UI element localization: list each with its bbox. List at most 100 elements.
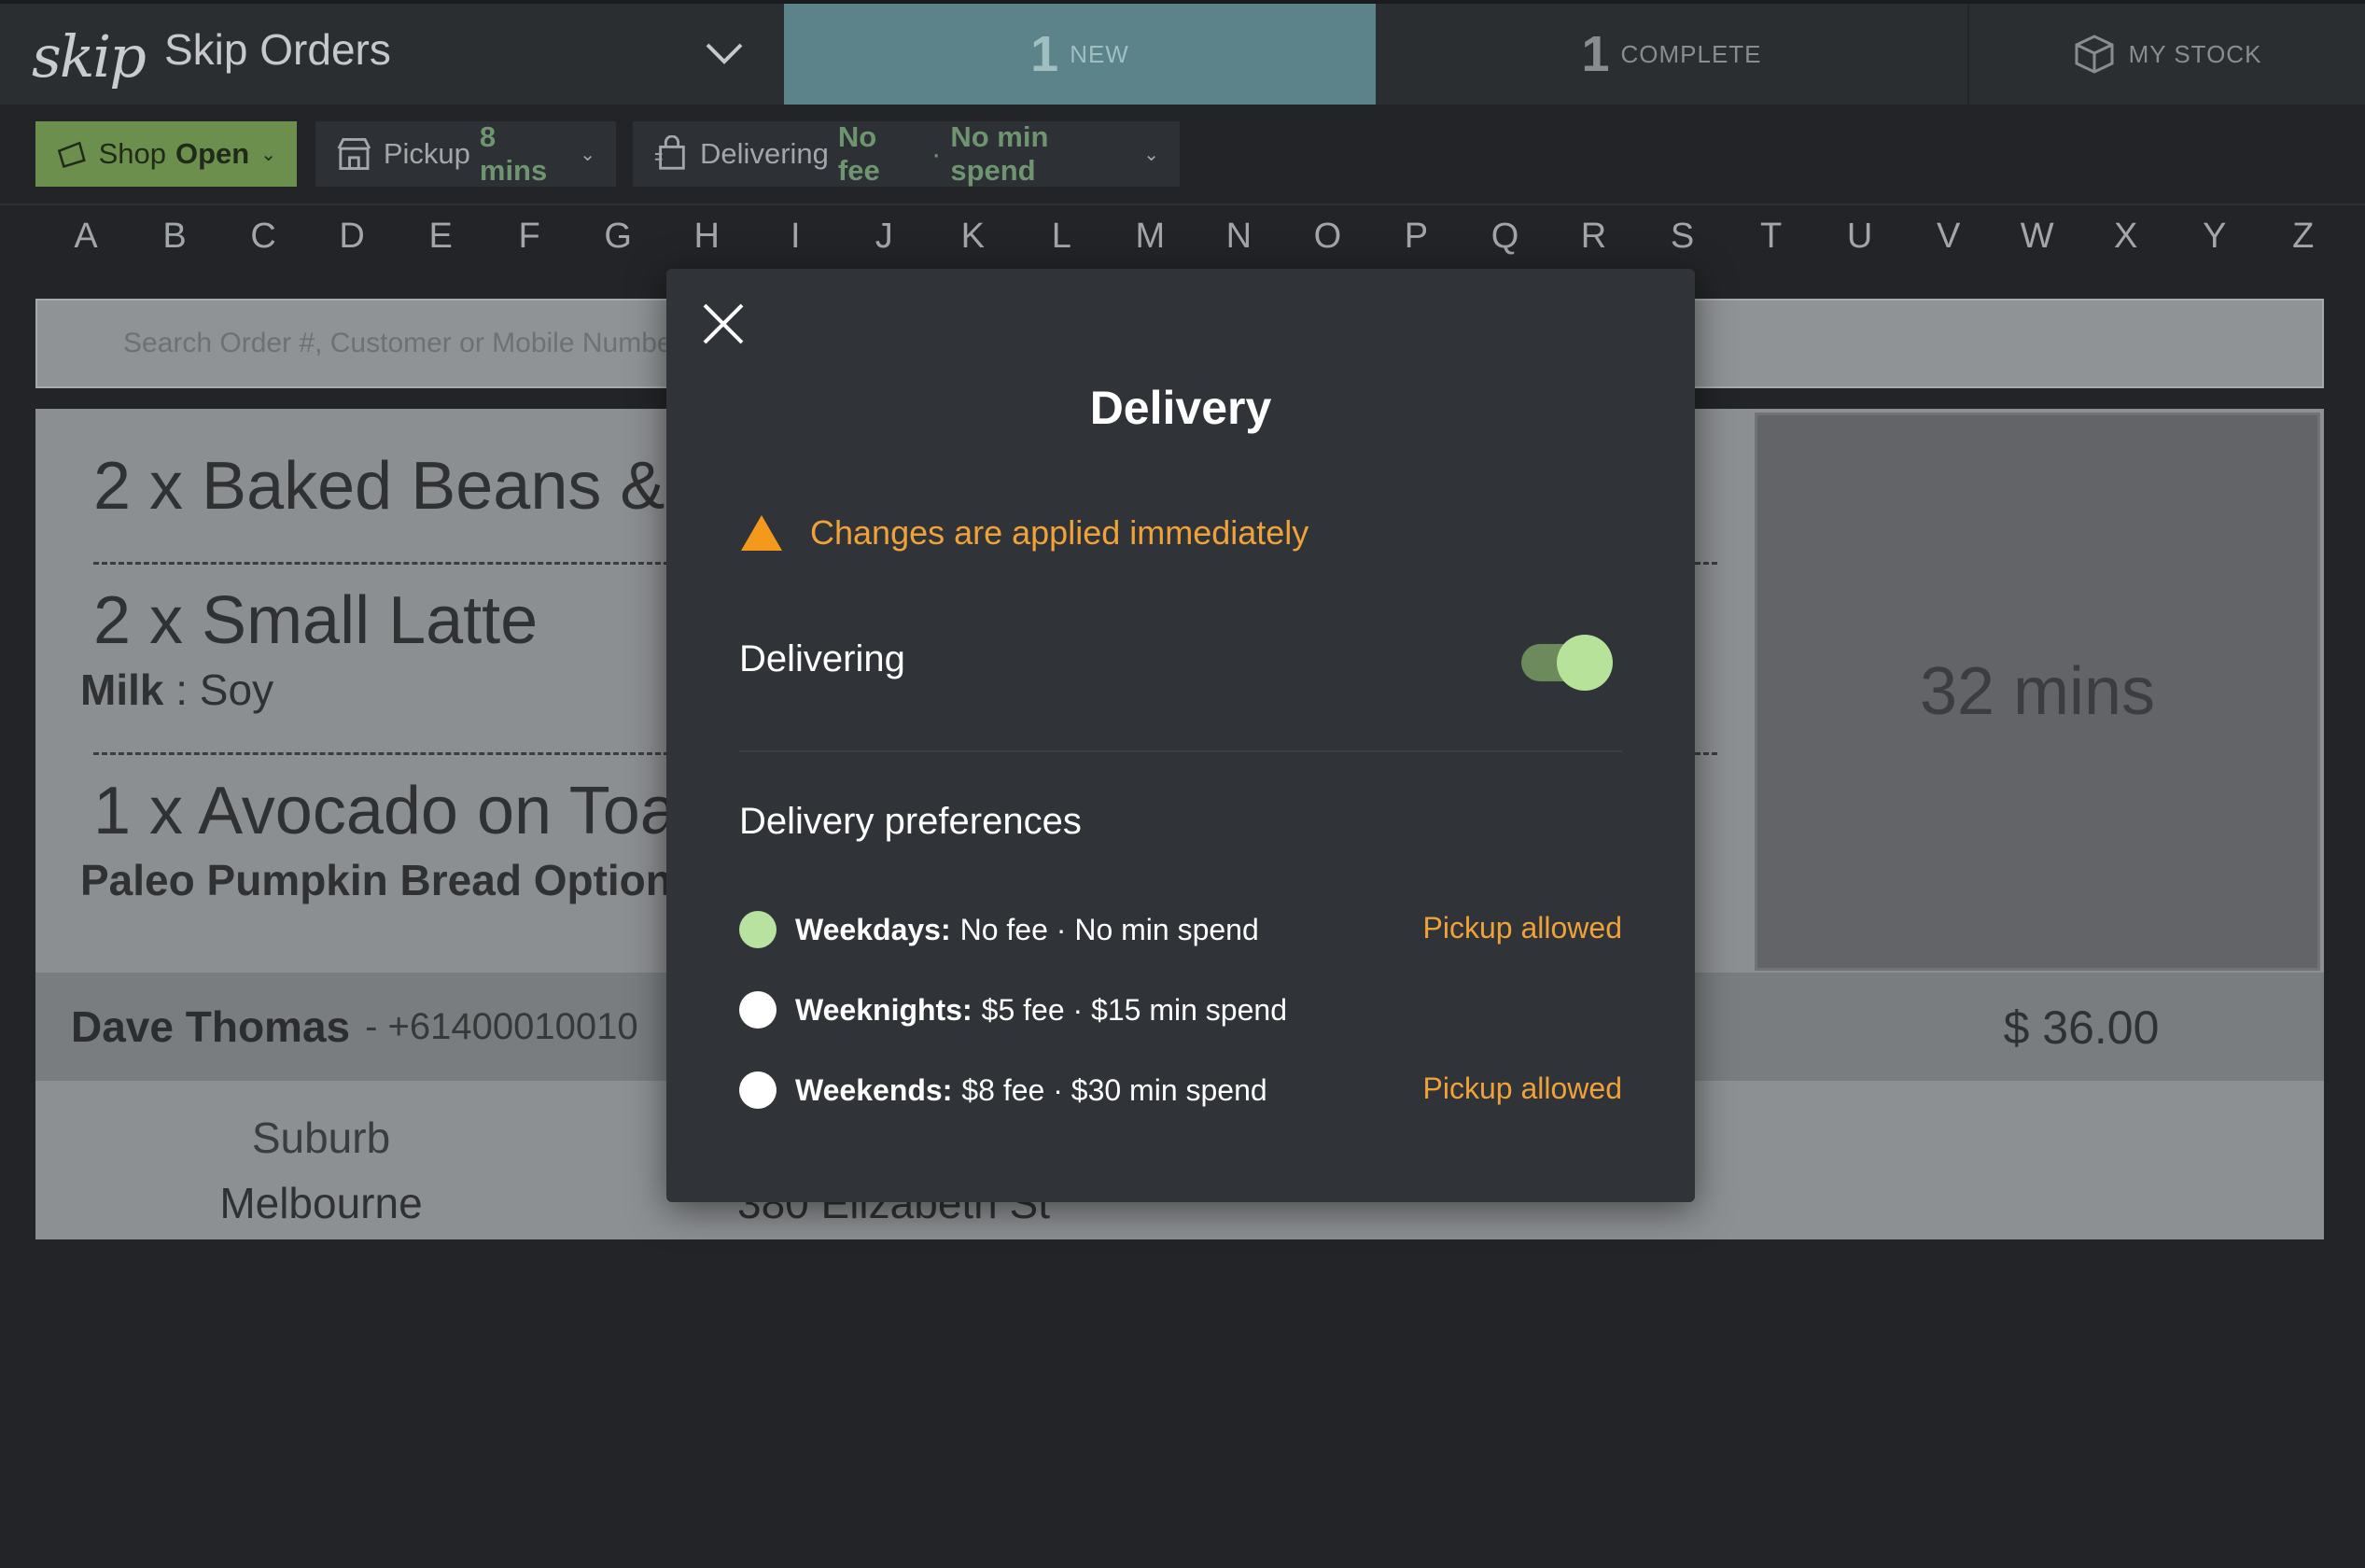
delivering-toggle-label: Delivering bbox=[739, 638, 905, 679]
tab-new[interactable]: 1 NEW bbox=[784, 4, 1376, 105]
suburb-label: Suburb bbox=[251, 1113, 391, 1162]
letter-z[interactable]: Z bbox=[2275, 217, 2331, 276]
letter-t[interactable]: T bbox=[1743, 217, 1799, 276]
status-bar: Shop Open ⌄ Pickup 8 mins ⌄ Delivering N… bbox=[0, 105, 2365, 205]
tab-my-stock[interactable]: MY STOCK bbox=[1969, 4, 2365, 105]
shop-icon bbox=[57, 141, 86, 169]
chevron-down-icon[interactable] bbox=[702, 35, 747, 73]
store-icon bbox=[337, 138, 371, 170]
order-item: 2 x Small Latte Milk : Soy bbox=[80, 582, 539, 715]
tab-new-label: NEW bbox=[1070, 39, 1129, 68]
item-title: 1 x Avocado on Toast bbox=[93, 774, 730, 848]
order-item: 1 x Avocado on Toast Paleo Pumpkin Bread… bbox=[80, 773, 730, 905]
delivering-fee: No fee bbox=[837, 120, 880, 187]
preference-weekends[interactable]: Weekends: $8 fee · $30 min spend Pickup a… bbox=[739, 1068, 1622, 1113]
letter-f[interactable]: F bbox=[501, 217, 557, 276]
warning-banner: Changes are applied immediately bbox=[739, 513, 1308, 553]
item-option: Milk : Soy bbox=[80, 665, 538, 715]
letter-j[interactable]: J bbox=[856, 217, 912, 276]
letter-w[interactable]: W bbox=[2009, 217, 2065, 276]
preference-name: Weekends: bbox=[795, 1072, 953, 1107]
delivering-status-button[interactable]: Delivering No fee · No min spend ⌄ bbox=[633, 120, 1180, 187]
preference-text: Weeknights: $5 fee · $15 min spend bbox=[795, 993, 1287, 1028]
delivering-separator: · bbox=[931, 137, 942, 170]
letter-r[interactable]: R bbox=[1566, 217, 1622, 276]
letter-n[interactable]: N bbox=[1210, 217, 1266, 276]
box-icon bbox=[2075, 35, 2114, 74]
letter-x[interactable]: X bbox=[2098, 217, 2154, 276]
letter-d[interactable]: D bbox=[324, 217, 380, 276]
item-option-value: : Soy bbox=[163, 665, 274, 714]
preference-desc: $5 fee · $15 min spend bbox=[981, 992, 1287, 1027]
preference-name: Weekdays: bbox=[795, 912, 951, 946]
item-option-key: Milk bbox=[80, 665, 164, 714]
suburb-value: Melbourne bbox=[219, 1179, 423, 1227]
tab-complete-label: COMPLETE bbox=[1620, 39, 1762, 68]
letter-y[interactable]: Y bbox=[2187, 217, 2243, 276]
preference-desc: $8 fee · $30 min spend bbox=[961, 1072, 1267, 1107]
divider bbox=[739, 750, 1622, 752]
close-icon[interactable] bbox=[700, 301, 747, 347]
preferences-title: Delivery preferences bbox=[739, 801, 1082, 842]
letter-b[interactable]: B bbox=[147, 217, 203, 276]
toggle-knob bbox=[1557, 635, 1613, 691]
tab-my-stock-label: MY STOCK bbox=[2128, 39, 2262, 68]
item-option: Paleo Pumpkin Bread Option bbox=[80, 856, 672, 904]
letter-a[interactable]: A bbox=[58, 217, 114, 276]
delivering-label: Delivering bbox=[700, 137, 829, 170]
brand: skip bbox=[32, 17, 147, 95]
shop-value: Open bbox=[175, 137, 250, 170]
letter-o[interactable]: O bbox=[1299, 217, 1355, 276]
preference-weekdays[interactable]: Weekdays: No fee · No min spend Pickup al… bbox=[739, 907, 1622, 952]
delivering-min-spend: No min spend bbox=[950, 120, 1049, 187]
pickup-status-button[interactable]: Pickup 8 mins ⌄ bbox=[315, 120, 616, 187]
letter-q[interactable]: Q bbox=[1477, 217, 1533, 276]
preference-text: Weekends: $8 fee · $30 min spend bbox=[795, 1073, 1267, 1108]
pickup-allowed-badge: Pickup allowed bbox=[1422, 1071, 1622, 1105]
chevron-down-icon: ⌄ bbox=[580, 144, 595, 165]
letter-c[interactable]: C bbox=[235, 217, 291, 276]
item-title: 2 x Small Latte bbox=[93, 583, 539, 658]
preference-weeknights[interactable]: Weeknights: $5 fee · $15 min spend bbox=[739, 987, 1622, 1032]
radio-weeknights[interactable] bbox=[739, 991, 777, 1029]
letter-p[interactable]: P bbox=[1388, 217, 1444, 276]
letter-e[interactable]: E bbox=[413, 217, 469, 276]
modal-title: Delivery bbox=[1089, 382, 1272, 434]
preference-name: Weeknights: bbox=[795, 992, 973, 1027]
warning-text: Changes are applied immediately bbox=[810, 513, 1309, 552]
prep-time: 32 mins bbox=[1755, 413, 2320, 971]
letter-h[interactable]: H bbox=[679, 217, 735, 276]
order-total: $ 36.00 bbox=[2003, 1001, 2160, 1054]
shop-status-button[interactable]: Shop Open ⌄ bbox=[35, 121, 297, 187]
letter-s[interactable]: S bbox=[1655, 217, 1711, 276]
preference-desc: No fee · No min spend bbox=[959, 912, 1259, 946]
letter-k[interactable]: K bbox=[945, 217, 1001, 276]
letter-m[interactable]: M bbox=[1122, 217, 1178, 276]
letter-i[interactable]: I bbox=[767, 217, 823, 276]
top-bar: skip Skip Orders 1 NEW 1 COMPLETE MY STO… bbox=[0, 0, 2365, 105]
pickup-allowed-badge: Pickup allowed bbox=[1422, 911, 1622, 945]
chevron-down-icon: ⌄ bbox=[1143, 144, 1159, 165]
tab-complete-count: 1 bbox=[1581, 26, 1610, 82]
letter-u[interactable]: U bbox=[1832, 217, 1888, 276]
letter-l[interactable]: L bbox=[1033, 217, 1089, 276]
customer-phone: - +61400010010 bbox=[365, 1005, 638, 1047]
search-placeholder: Search Order #, Customer or Mobile Numbe… bbox=[123, 328, 682, 358]
letter-v[interactable]: V bbox=[1921, 217, 1977, 276]
pickup-value: 8 mins bbox=[479, 120, 548, 187]
warning-icon bbox=[741, 515, 782, 551]
tab-new-count: 1 bbox=[1030, 26, 1059, 82]
chevron-down-icon: ⌄ bbox=[260, 144, 276, 165]
delivering-toggle[interactable] bbox=[1521, 635, 1613, 691]
radio-weekends[interactable] bbox=[739, 1071, 777, 1109]
skip-logo: skip bbox=[32, 21, 147, 91]
letter-g[interactable]: G bbox=[590, 217, 646, 276]
pickup-label: Pickup bbox=[383, 137, 470, 170]
delivery-modal: Delivery Changes are applied immediately… bbox=[666, 269, 1695, 1202]
preference-text: Weekdays: No fee · No min spend bbox=[795, 913, 1259, 947]
alphabet-filter: ABCDEFGHIJKLMNOPQRSTUVWXYZ bbox=[37, 217, 2352, 276]
tab-complete[interactable]: 1 COMPLETE bbox=[1376, 4, 1969, 105]
app-title: Skip Orders bbox=[164, 25, 391, 74]
shop-label: Shop bbox=[98, 137, 166, 170]
radio-weekdays[interactable] bbox=[739, 911, 777, 948]
